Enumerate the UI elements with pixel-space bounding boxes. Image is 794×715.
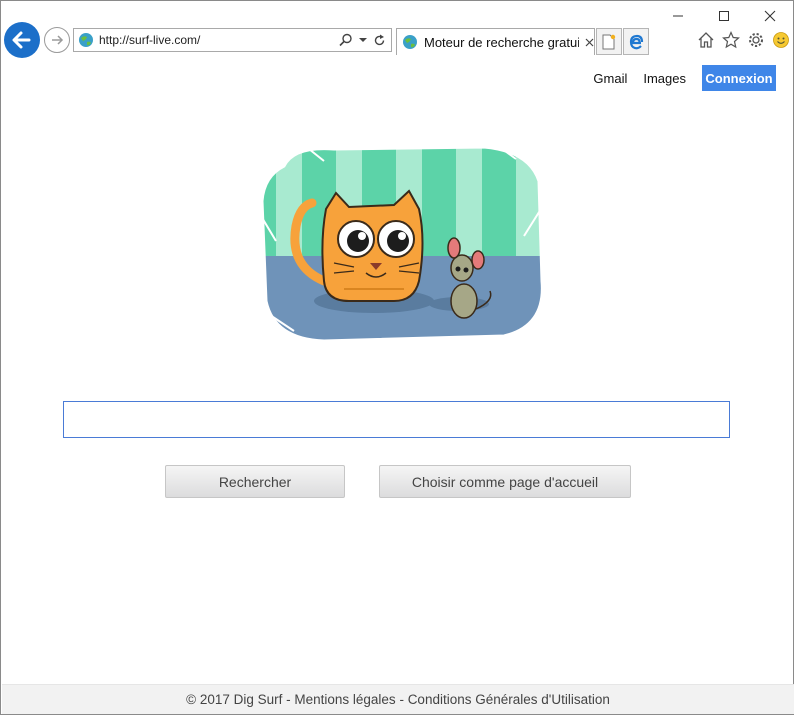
forward-arrow-icon — [52, 35, 64, 45]
forward-button[interactable] — [44, 27, 70, 53]
site-logo — [257, 142, 547, 343]
new-tab-button[interactable] — [596, 28, 622, 55]
edge-icon — [629, 34, 644, 49]
gmail-link[interactable]: Gmail — [593, 71, 627, 86]
tab-active[interactable]: Moteur de recherche gratui... — [396, 28, 595, 55]
gear-icon[interactable] — [745, 29, 766, 50]
login-button[interactable]: Connexion — [702, 65, 776, 91]
smiley-icon[interactable] — [770, 29, 791, 50]
footer-separator: - — [282, 692, 295, 707]
back-button[interactable] — [4, 22, 40, 58]
dropdown-arrow-icon[interactable] — [359, 36, 367, 44]
browser-window: http://surf-live.com/ Moteur de recherch… — [0, 0, 794, 715]
home-icon[interactable] — [695, 29, 716, 50]
top-navigation: Gmail Images Connexion — [593, 65, 776, 91]
window-controls — [655, 1, 793, 31]
browser-chrome: http://surf-live.com/ Moteur de recherch… — [1, 1, 793, 59]
globe-icon — [403, 35, 417, 49]
refresh-icon[interactable] — [373, 34, 386, 47]
set-homepage-button[interactable]: Choisir comme page d'accueil — [379, 465, 631, 498]
back-arrow-icon — [12, 31, 31, 49]
maximize-icon[interactable] — [701, 1, 747, 31]
edge-button[interactable] — [623, 28, 649, 55]
minimize-icon[interactable] — [655, 1, 701, 31]
search-button[interactable]: Rechercher — [165, 465, 345, 498]
toolbar-icons — [695, 29, 791, 50]
close-icon[interactable] — [747, 1, 793, 31]
search-input[interactable] — [63, 401, 730, 438]
tab-title: Moteur de recherche gratui... — [424, 34, 579, 50]
tab-close-icon[interactable] — [585, 34, 594, 50]
address-url[interactable]: http://surf-live.com/ — [99, 33, 339, 47]
copyright-text: © 2017 Dig Surf — [186, 692, 283, 707]
terms-link[interactable]: Conditions Générales d'Utilisation — [408, 692, 610, 707]
new-tab-icon — [602, 34, 616, 49]
globe-icon — [79, 33, 93, 47]
footer-separator: - — [395, 692, 408, 707]
images-link[interactable]: Images — [643, 71, 686, 86]
legal-notice-link[interactable]: Mentions légales — [294, 692, 395, 707]
page-footer: © 2017 Dig Surf - Mentions légales - Con… — [2, 684, 794, 714]
star-icon[interactable] — [720, 29, 741, 50]
search-icon[interactable] — [339, 33, 353, 47]
address-bar[interactable]: http://surf-live.com/ — [73, 28, 392, 52]
